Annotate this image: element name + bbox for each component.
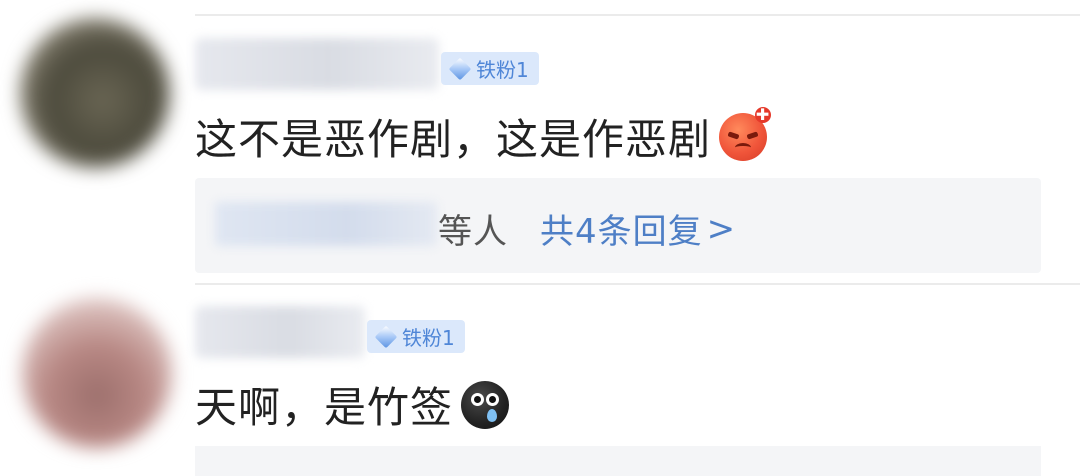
- angry-face-icon: ✚: [719, 106, 772, 161]
- username-blurred[interactable]: [195, 38, 439, 90]
- chevron-right-icon: >: [706, 208, 737, 249]
- reply-preview[interactable]: [195, 446, 1041, 476]
- crying-dark-face-icon: [461, 380, 510, 429]
- view-replies-label: 共4条回复: [540, 212, 703, 252]
- reply-suffix: 等人: [438, 212, 508, 252]
- comment-body: 天啊，是竹签: [195, 383, 454, 432]
- view-replies-link[interactable]: 共4条回复 >: [540, 204, 736, 253]
- avatar[interactable]: [20, 18, 170, 168]
- top-divider: [195, 14, 1080, 16]
- fan-badge: 铁粉1: [441, 52, 539, 85]
- comment-text: 这不是恶作剧，这是作恶剧 ✚: [195, 106, 772, 167]
- badge-label: 铁粉1: [402, 326, 455, 350]
- badge-label: 铁粉1: [476, 58, 529, 82]
- reply-names-blurred[interactable]: [215, 202, 437, 246]
- fan-badge: 铁粉1: [367, 320, 465, 353]
- comment-divider: [195, 283, 1080, 285]
- comment-body: 这不是恶作剧，这是作恶剧: [195, 115, 712, 164]
- reply-preview[interactable]: 等人 共4条回复 >: [195, 178, 1041, 273]
- avatar[interactable]: [22, 298, 172, 448]
- diamond-icon: [374, 325, 398, 348]
- username-blurred[interactable]: [195, 306, 365, 358]
- comment-text: 天啊，是竹签: [195, 374, 510, 435]
- diamond-icon: [448, 57, 472, 80]
